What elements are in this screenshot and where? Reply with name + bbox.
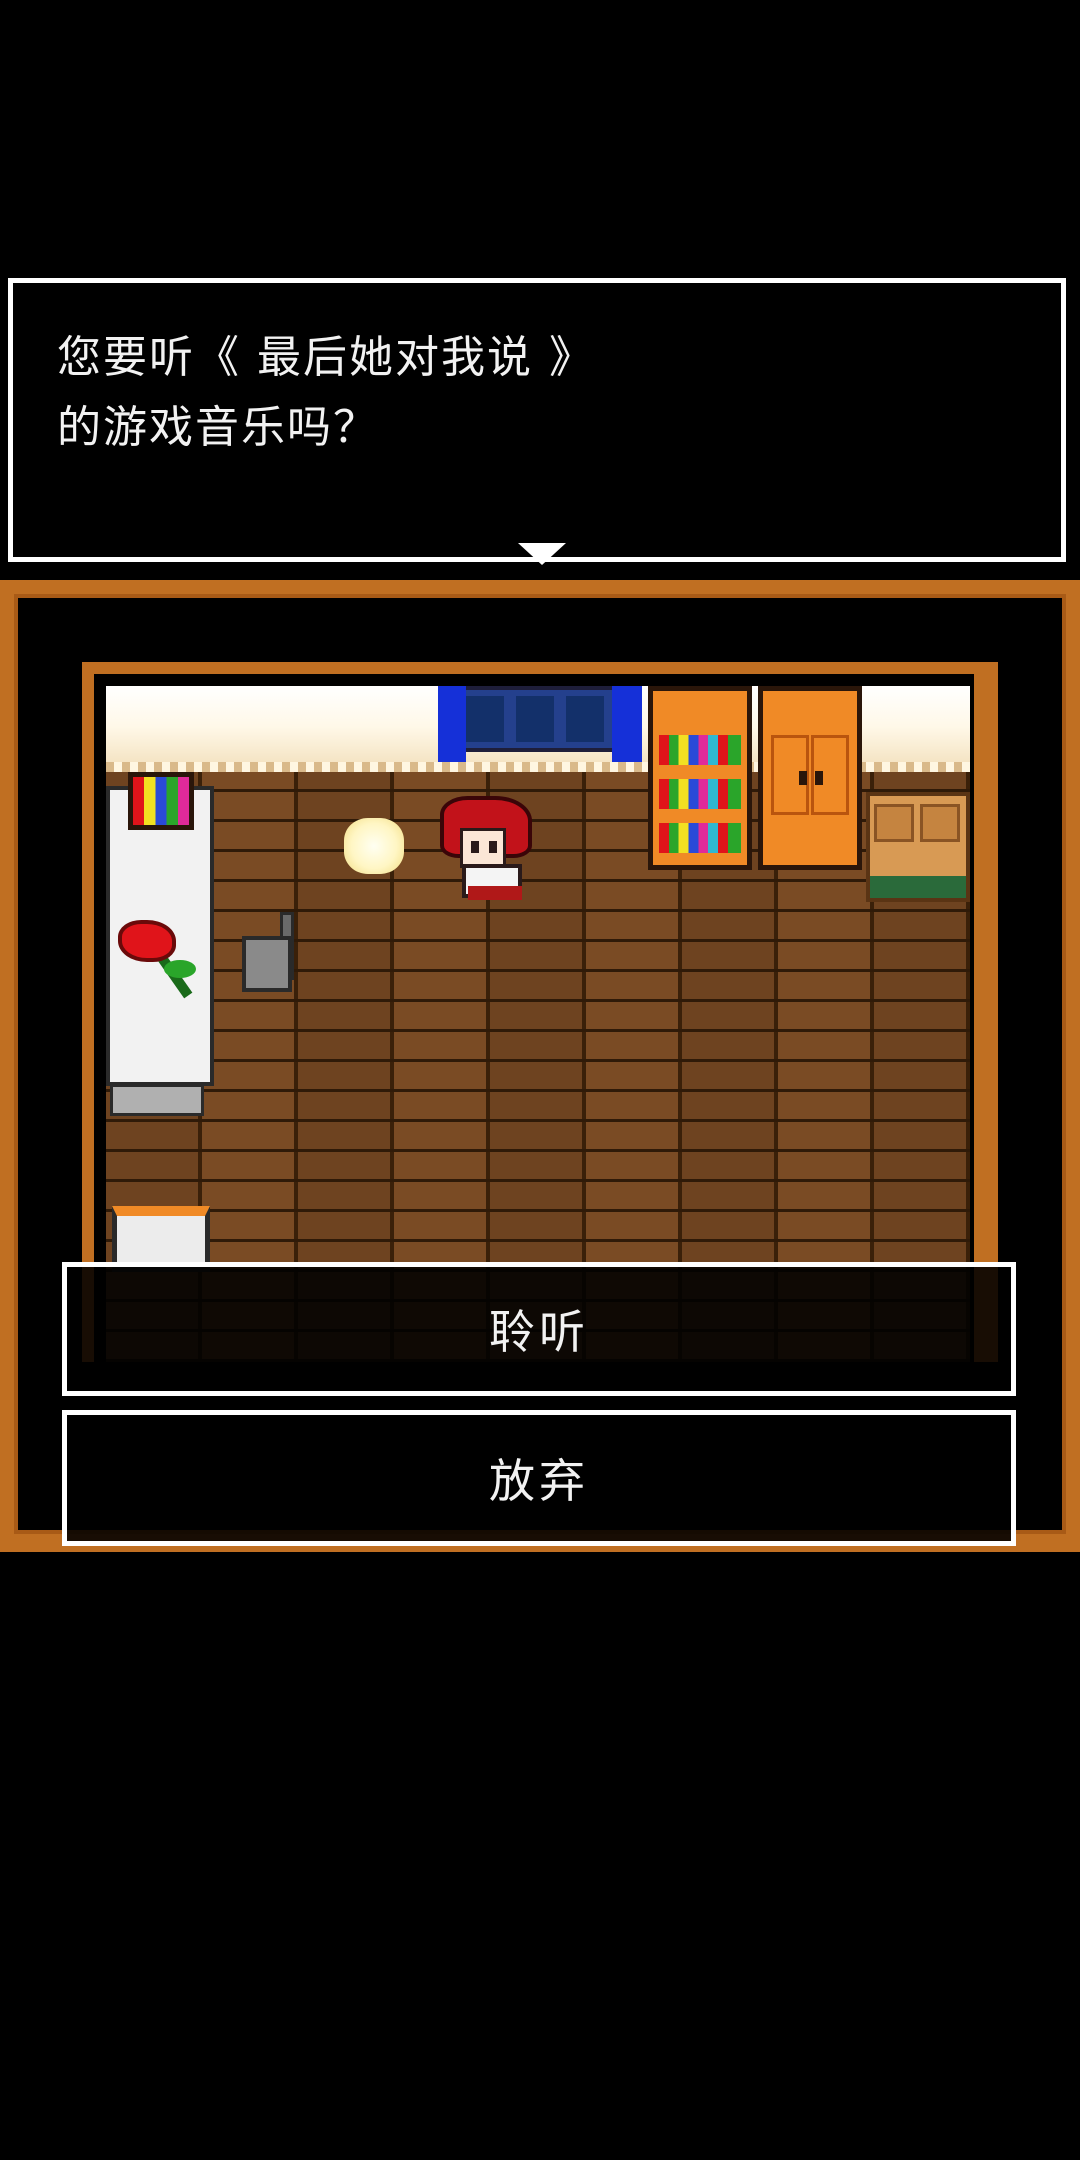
bookshelf-icon (648, 686, 752, 870)
chair-icon (242, 936, 292, 992)
headboard-icon (128, 772, 194, 830)
dialog-text-line-2: 的游戏音乐吗？ (57, 402, 379, 453)
character-eye (489, 841, 497, 853)
desk-icon (866, 792, 970, 902)
desk-drawer (920, 804, 960, 842)
dialog-continue-arrow-icon (518, 543, 566, 565)
wardrobe-knob (815, 771, 823, 785)
window-pane (516, 696, 554, 742)
window-pane (466, 696, 504, 742)
book-row (659, 823, 741, 853)
rose-leaf (164, 960, 196, 978)
dialog-box[interactable]: 您要听《 最后她对我说 》 的游戏音乐吗？ (8, 278, 1066, 565)
character-eye (471, 841, 479, 853)
light-orb-icon[interactable] (344, 818, 404, 874)
wardrobe-icon (758, 686, 862, 870)
dialog-text-line-1: 您要听《 最后她对我说 》 (57, 332, 595, 383)
desk-drawer (874, 804, 914, 842)
book-row (659, 779, 741, 809)
curtain-right-icon (612, 686, 642, 762)
book-row (659, 735, 741, 765)
curtain-left-icon (438, 686, 466, 762)
wardrobe-knob (799, 771, 807, 785)
bed-foot (110, 1084, 204, 1116)
character-skirt (468, 886, 522, 900)
window-pane (566, 696, 604, 742)
character-sprite[interactable] (460, 828, 506, 868)
choice-listen-button[interactable]: 聆听 (62, 1262, 1016, 1396)
rose-icon[interactable] (118, 920, 176, 962)
desk-base (870, 876, 966, 898)
window-icon (440, 686, 640, 752)
choice-abandon-button[interactable]: 放弃 (62, 1410, 1016, 1546)
